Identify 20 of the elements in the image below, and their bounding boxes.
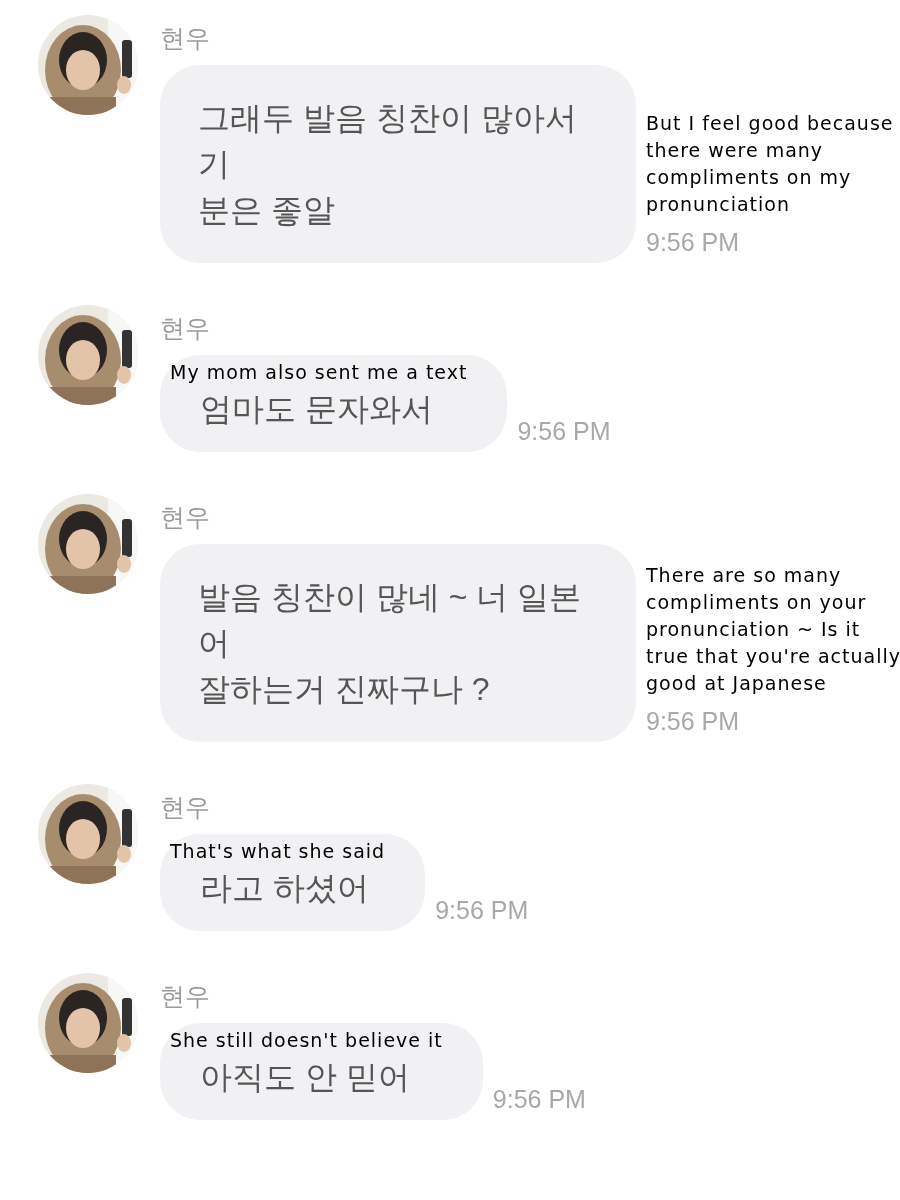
message-text: 아직도 안 믿어 [199,1058,411,1097]
translation-text: That's what she said [170,839,386,864]
translation-text: But I feel good because there were many compliments on my pronunciation [646,110,895,217]
timestamp: 9:56 PM [646,705,741,737]
timestamp: 9:56 PM [435,894,529,926]
sender-name: 현우 [160,313,210,344]
message-text: 라고 하셨어 [199,869,370,908]
translation-text: There are so many compliments on your pronunciation ~ Is it true that you're actually good at Japanese [646,562,900,696]
sender-name: 현우 [160,502,210,533]
message-text: 그래두 발음 칭찬이 많아서 기 분은 좋알 [198,99,578,230]
translation-text: She still doesn't believe it [170,1028,443,1053]
sender-name: 현우 [160,792,210,823]
message-text: 발음 칭찬이 많네 ~ 너 일본어 잘하는거 진짜구나 ? [198,578,583,709]
timestamp: 9:56 PM [646,226,741,258]
timestamp: 9:56 PM [492,1083,586,1115]
sender-name: 현우 [160,23,210,54]
message-text: 엄마도 문자와서 [199,390,434,429]
sender-name: 현우 [160,981,210,1012]
translation-text: My mom also sent me a text [170,360,468,385]
timestamp: 9:56 PM [517,415,611,447]
